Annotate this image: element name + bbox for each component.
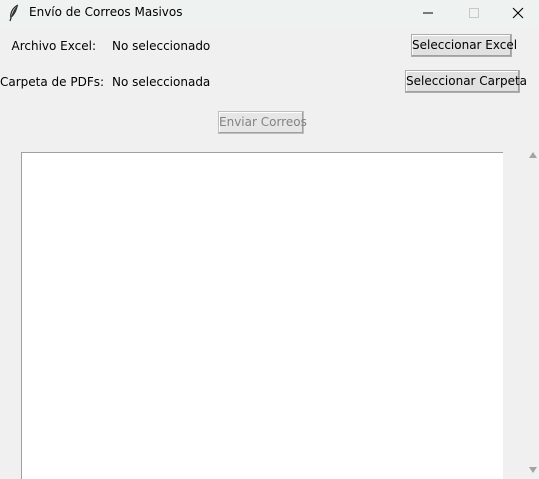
log-textarea[interactable] — [21, 152, 503, 479]
feather-icon — [9, 4, 19, 22]
close-button[interactable] — [495, 0, 539, 26]
scroll-down-arrow-icon[interactable] — [529, 467, 537, 473]
scroll-up-arrow-icon[interactable] — [529, 152, 537, 158]
pdf-folder-label: Carpeta de PDFs: — [0, 75, 105, 89]
pdf-folder-value: No seleccionada — [112, 75, 211, 89]
minimize-icon — [423, 12, 433, 14]
minimize-button[interactable] — [405, 0, 451, 26]
excel-path-value: No seleccionado — [112, 39, 211, 53]
select-excel-button[interactable]: Seleccionar Excel — [411, 34, 517, 57]
title-bar[interactable]: Envío de Correos Masivos — [0, 0, 539, 26]
maximize-button[interactable] — [451, 0, 497, 26]
select-folder-button[interactable]: Seleccionar Carpeta — [405, 70, 527, 93]
excel-label: Archivo Excel: — [11, 39, 96, 53]
send-emails-button[interactable]: Enviar Correos — [218, 111, 307, 134]
log-scrollbar[interactable] — [526, 148, 539, 479]
maximize-icon — [469, 8, 479, 18]
close-icon — [512, 7, 524, 19]
window-title: Envío de Correos Masivos — [29, 5, 183, 19]
